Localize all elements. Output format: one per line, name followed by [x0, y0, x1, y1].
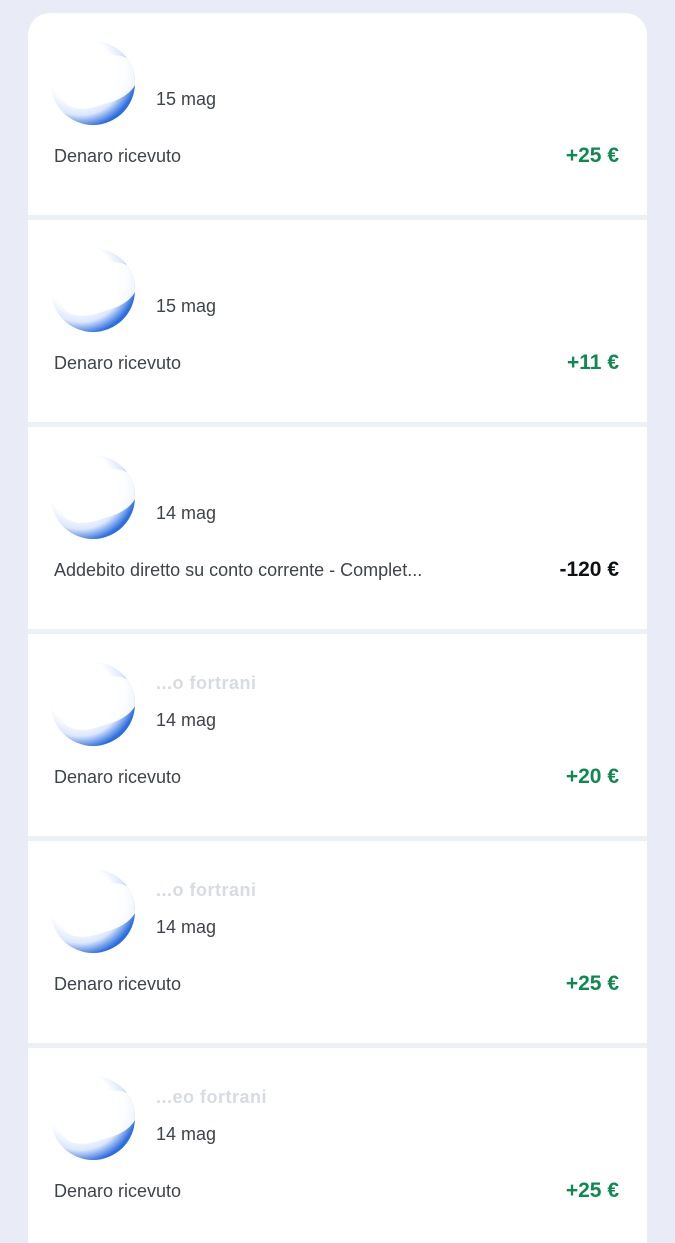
- transaction-amount: -120 €: [559, 558, 619, 581]
- avatar: [51, 869, 135, 953]
- avatar: [51, 455, 135, 539]
- transaction-amount: +20 €: [565, 765, 619, 788]
- transaction-description: Denaro ricevuto: [54, 767, 182, 787]
- transaction-date: 15 mag: [156, 296, 217, 316]
- transaction-name: ...eo fortrani: [156, 1087, 268, 1107]
- transaction-amount: +25 €: [565, 144, 619, 167]
- transaction-description: Denaro ricevuto: [54, 974, 182, 994]
- avatar: [51, 41, 135, 125]
- avatar: [51, 662, 135, 746]
- transaction-description: Denaro ricevuto: [54, 146, 182, 166]
- transaction-description: Addebito diretto su conto corrente - Com…: [54, 560, 423, 580]
- transaction-amount: +11 €: [567, 351, 619, 374]
- transaction-date: 14 mag: [156, 1124, 217, 1144]
- avatar: [51, 248, 135, 332]
- transaction-amount: +25 €: [565, 972, 619, 995]
- transaction-date: 14 mag: [156, 503, 217, 523]
- transaction-list: 15 mag Denaro ricevuto +25 € 15 mag Dena…: [28, 13, 647, 1243]
- transaction-row[interactable]: ...eo fortrani 14 mag Denaro ricevuto +2…: [28, 1048, 647, 1243]
- transaction-date: 15 mag: [156, 89, 217, 109]
- avatar: [51, 1076, 135, 1160]
- transaction-row[interactable]: ...o fortrani 14 mag Denaro ricevuto +25…: [28, 841, 647, 1043]
- transaction-row[interactable]: 15 mag Denaro ricevuto +25 €: [28, 13, 647, 215]
- transaction-description: Denaro ricevuto: [54, 353, 182, 373]
- transaction-date: 14 mag: [156, 710, 217, 730]
- transaction-name: ...o fortrani: [156, 673, 257, 693]
- transaction-row[interactable]: 14 mag Addebito diretto su conto corrent…: [28, 427, 647, 629]
- transaction-row[interactable]: ...o fortrani 14 mag Denaro ricevuto +20…: [28, 634, 647, 836]
- transaction-amount: +25 €: [565, 1179, 619, 1202]
- transaction-name: ...o fortrani: [156, 880, 257, 900]
- transaction-date: 14 mag: [156, 917, 217, 937]
- transaction-description: Denaro ricevuto: [54, 1181, 182, 1201]
- transaction-row[interactable]: 15 mag Denaro ricevuto +11 €: [28, 220, 647, 422]
